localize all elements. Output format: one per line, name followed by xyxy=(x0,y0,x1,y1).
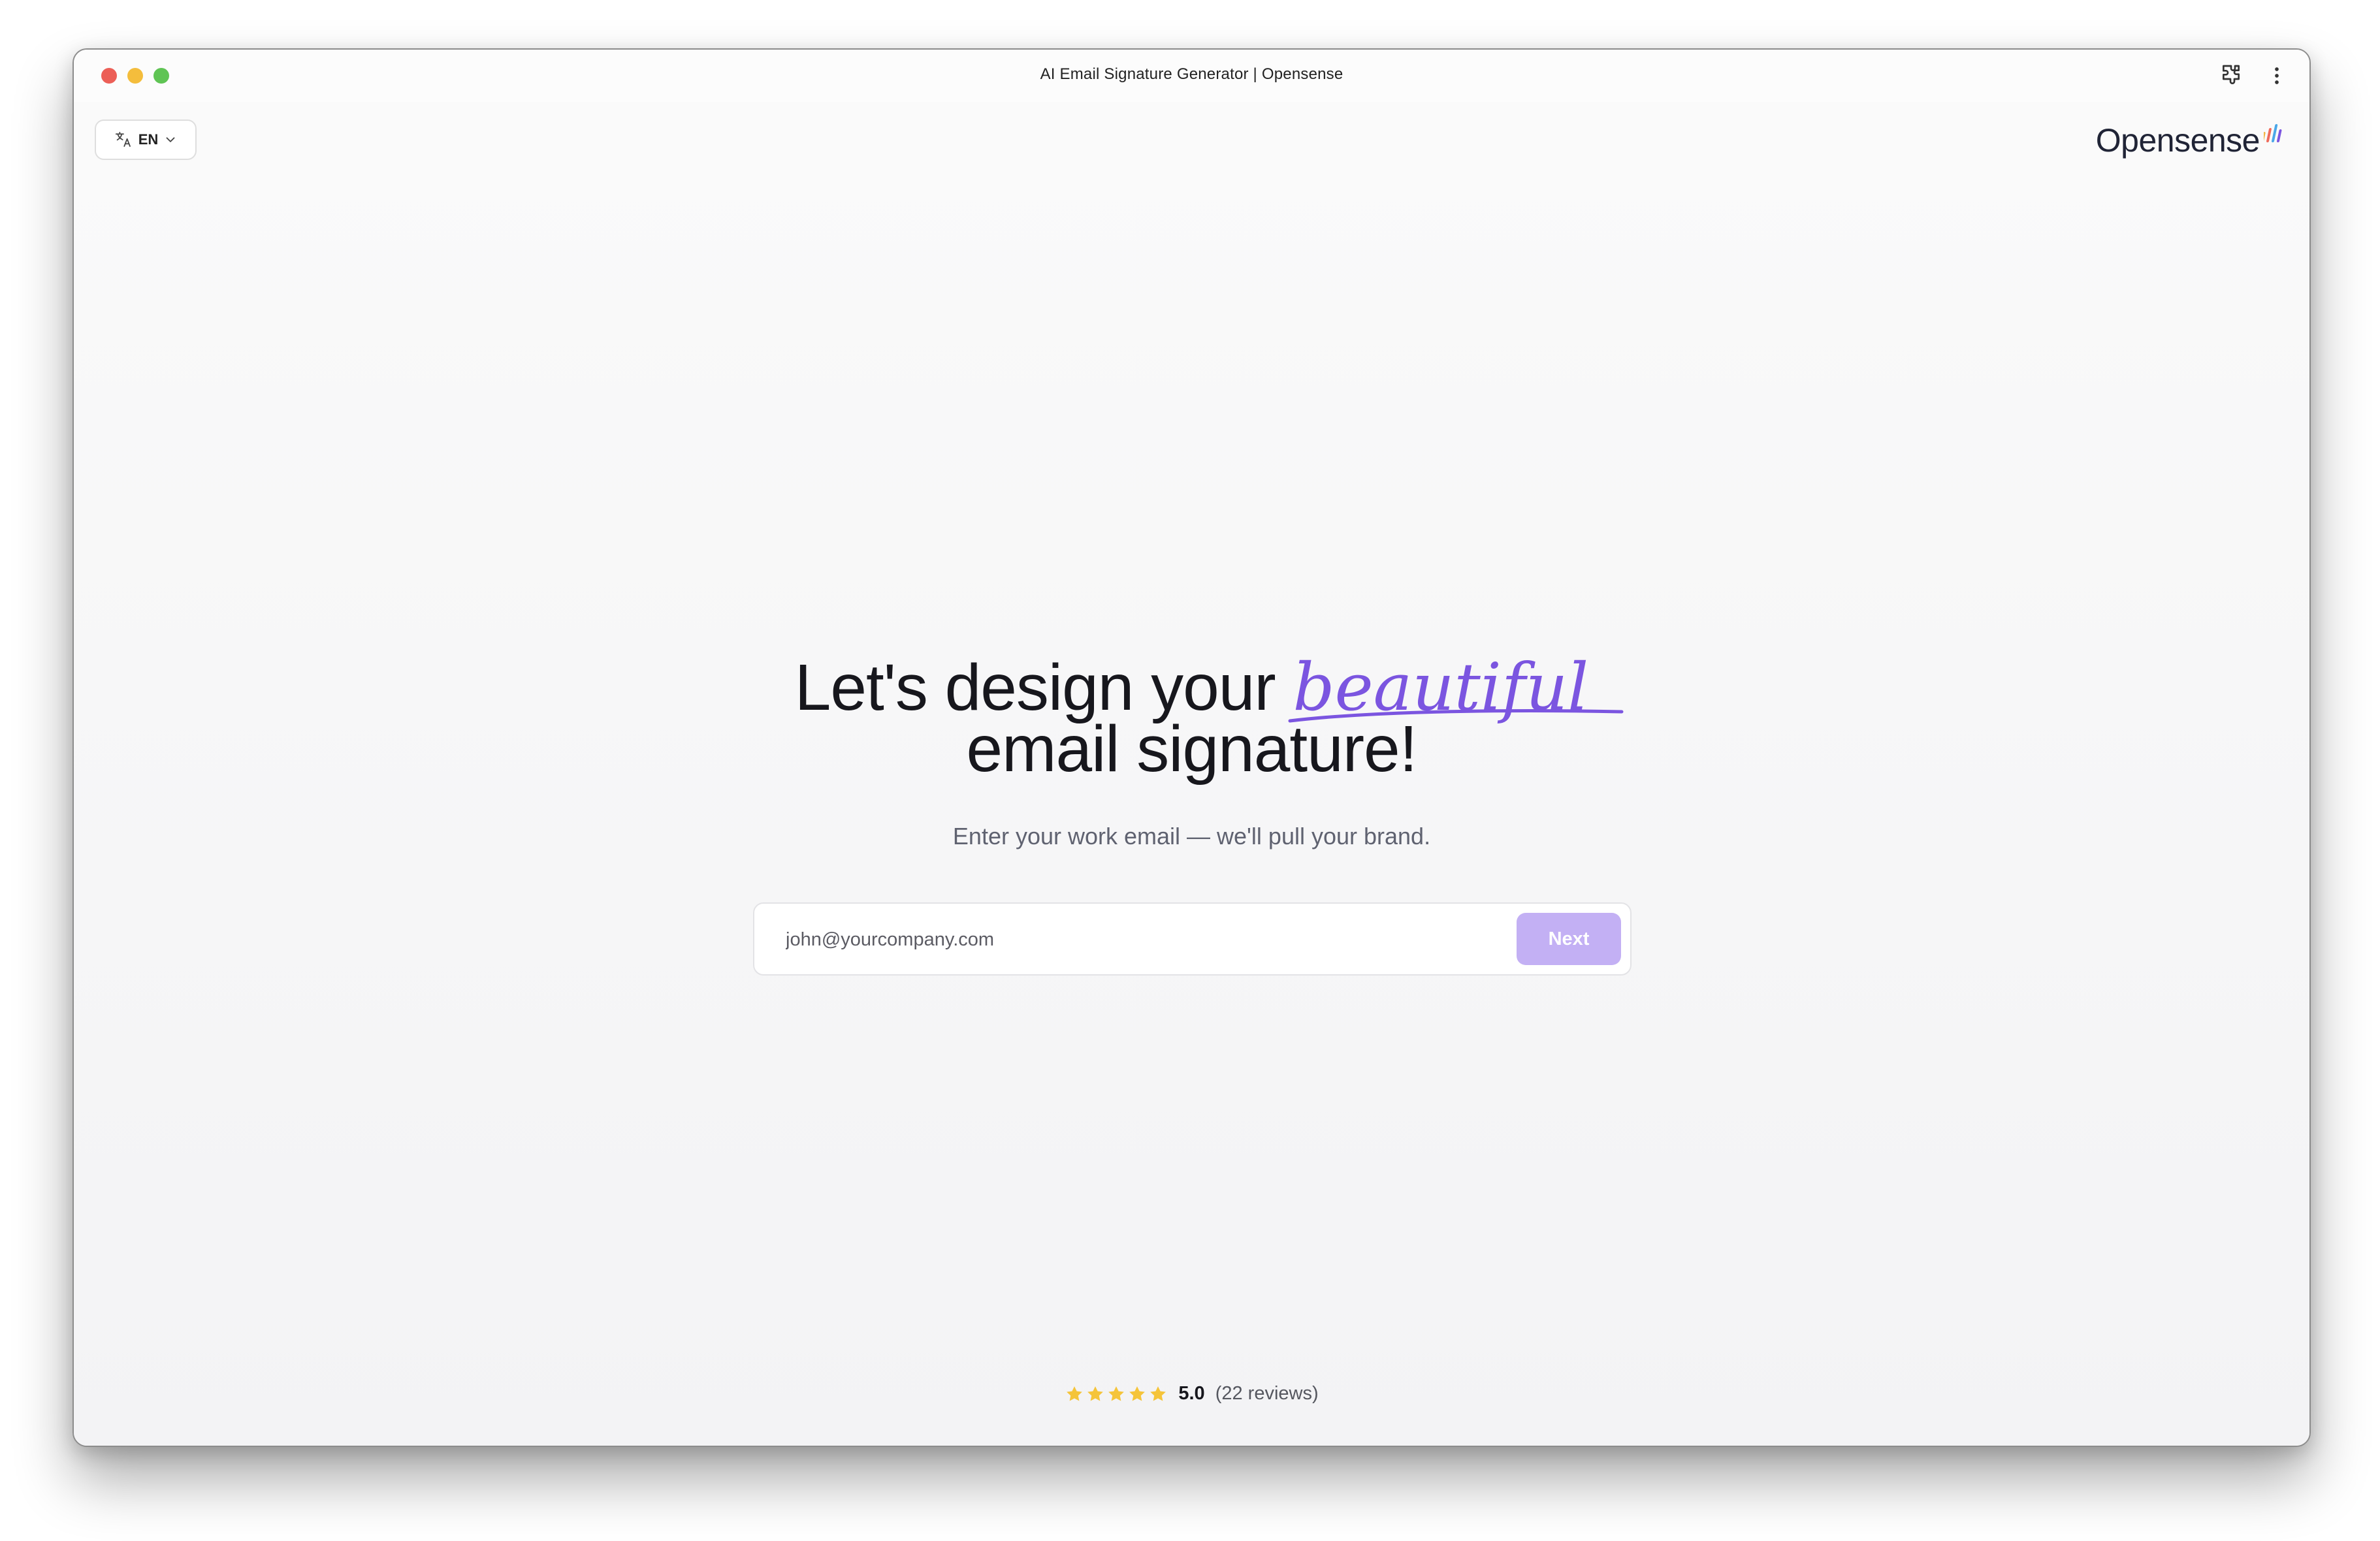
window-title: AI Email Signature Generator | Opensense xyxy=(1040,65,1343,83)
email-form: Next xyxy=(753,902,1632,976)
star-icon xyxy=(1087,1386,1104,1401)
review-count[interactable]: (22 reviews) xyxy=(1215,1383,1319,1405)
star-icon xyxy=(1108,1386,1125,1401)
headline-accent-word: beautiful xyxy=(1288,655,1624,723)
headline-line-1: Let's design your beautiful xyxy=(74,655,2309,723)
more-options-icon[interactable] xyxy=(2264,63,2290,89)
language-label: EN xyxy=(138,131,159,148)
browser-window: AI Email Signature Generator | Opensense… xyxy=(72,48,2311,1447)
page-content: EN Opensense Let's design your beautiful xyxy=(74,102,2309,1446)
logo-text: Opensense xyxy=(2095,122,2260,159)
star-icon xyxy=(1150,1386,1166,1401)
star-icon xyxy=(1067,1386,1083,1401)
underline-swoosh-icon xyxy=(1288,709,1624,723)
translate-icon xyxy=(115,131,131,147)
language-selector[interactable]: EN xyxy=(95,119,197,160)
next-button[interactable]: Next xyxy=(1517,913,1621,965)
hero-subtitle: Enter your work email — we'll pull your … xyxy=(952,823,1431,850)
headline-part-2: email signature! xyxy=(966,712,1418,786)
title-bar: AI Email Signature Generator | Opensense xyxy=(74,50,2309,102)
rating-score: 5.0 xyxy=(1178,1383,1205,1404)
extensions-icon[interactable] xyxy=(2218,63,2244,89)
email-input[interactable] xyxy=(784,923,1473,956)
star-rating xyxy=(1065,1384,1168,1404)
opensense-logo[interactable]: Opensense xyxy=(2096,121,2283,159)
hero-headline: Let's design your beautiful email signat… xyxy=(74,655,2309,786)
chevron-down-icon xyxy=(166,137,175,142)
star-icon xyxy=(1129,1386,1146,1401)
rating-summary: 5.0 (22 reviews) xyxy=(74,1383,2309,1405)
logo-bars-icon xyxy=(2264,124,2282,142)
